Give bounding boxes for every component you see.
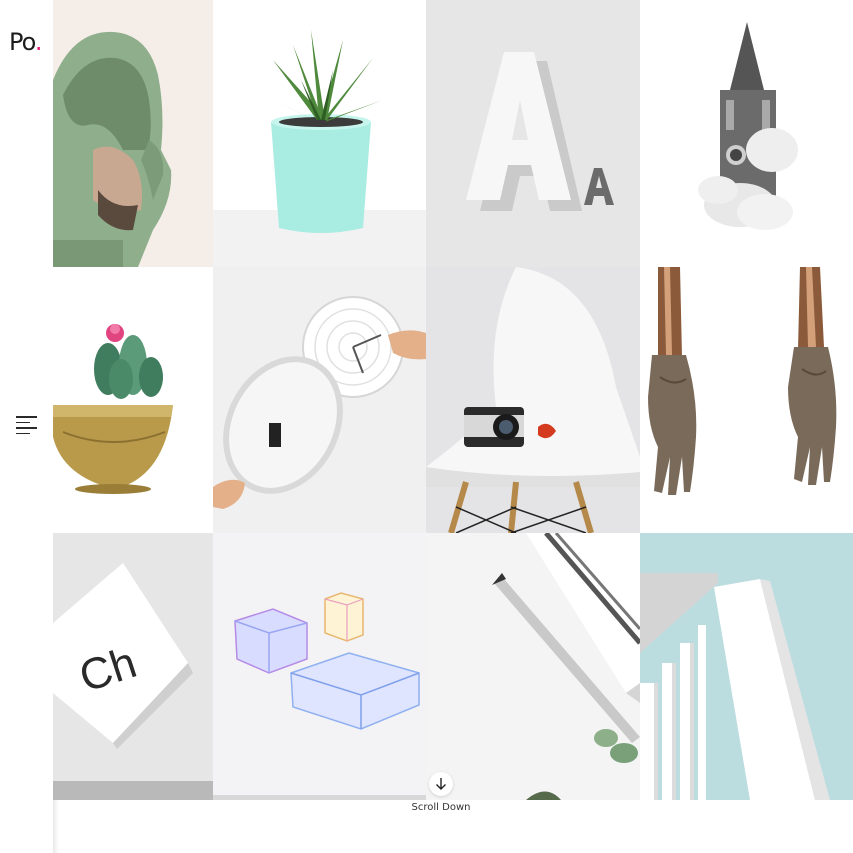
logo-dot: . [34,28,43,56]
arrow-down-icon [429,772,453,796]
wall-clock-image [213,267,426,533]
logo[interactable]: Po. [9,30,42,54]
succulent-pot-image [213,0,426,267]
hamburger-menu-icon[interactable] [16,416,38,436]
gallery-item-architecture[interactable] [640,533,853,800]
architecture-image [640,533,853,800]
gallery-item-letter-a[interactable] [426,0,640,267]
gallery-item-wall-clock[interactable] [213,267,426,533]
cactus-brass-image [53,267,213,533]
gallery-item-glass-boxes[interactable] [213,533,426,800]
glass-boxes-image [213,533,426,800]
gallery-item-cactus-brass[interactable] [53,267,213,533]
scroll-down-label: Scroll Down [411,802,471,813]
pencil-notebook-image [426,533,640,800]
clock-tower-image [640,0,853,267]
sidebar: Po. [0,0,53,853]
gallery-item-camera-chair[interactable] [426,267,640,533]
gallery-item-ch-poster[interactable]: Ch [53,533,213,800]
ch-poster-image: Ch [53,533,213,800]
gallery-item-hooded-man[interactable] [53,0,213,267]
gallery-item-bronze-hands[interactable] [640,267,853,533]
camera-chair-image [426,267,640,533]
hooded-man-image [53,0,213,267]
edge-shadow [53,800,59,853]
gallery-item-succulent-pot[interactable] [213,0,426,267]
scroll-down-button[interactable]: Scroll Down [405,772,477,813]
gallery-grid: Ch [53,0,853,800]
logo-text: Po [9,28,36,56]
gallery-item-clock-tower[interactable] [640,0,853,267]
letter-a-image [426,0,640,267]
gallery-item-pencil-notebook[interactable] [426,533,640,800]
bronze-hands-image [640,267,853,533]
